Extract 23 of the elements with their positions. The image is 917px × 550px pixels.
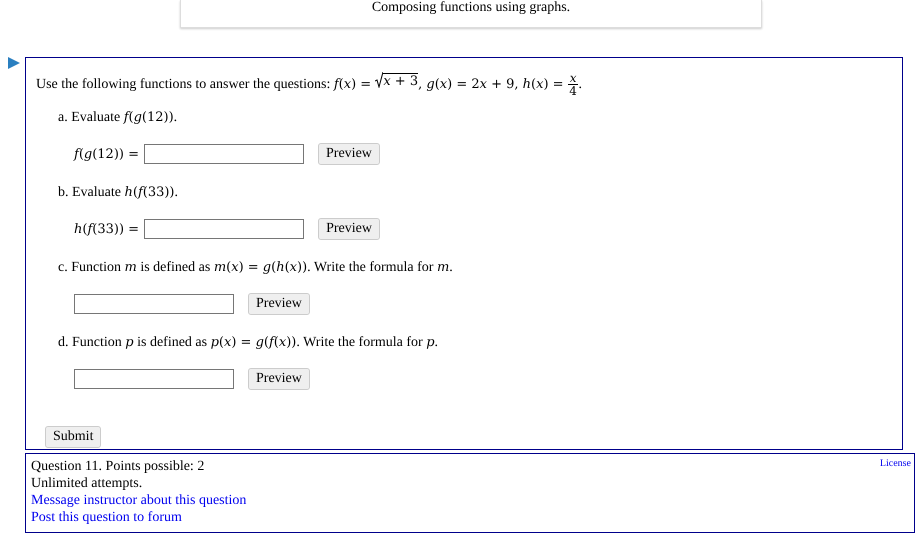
answer-field[interactable] xyxy=(74,369,234,389)
question-link[interactable]: Post this question to forum xyxy=(31,509,182,526)
answer-field[interactable] xyxy=(144,219,304,239)
preview-button[interactable]: Preview xyxy=(248,293,310,315)
expand-triangle-icon[interactable] xyxy=(8,57,20,69)
question-link[interactable]: Message instructor about this question xyxy=(31,492,246,509)
part-prompt: d. Function p is defined as p(x) = g(f(x)). Write the formula for p. xyxy=(58,334,440,352)
answer-label: f(g(12)) = xyxy=(74,146,140,162)
page-title: Composing functions using graphs. xyxy=(372,0,570,15)
license-link[interactable]: License xyxy=(880,458,911,532)
info-text: Unlimited attempts. xyxy=(31,475,142,492)
square-root-sign-icon xyxy=(375,72,384,88)
preview-button[interactable]: Preview xyxy=(318,218,380,240)
preview-button[interactable]: Preview xyxy=(248,368,310,390)
part-prompt: b. Evaluate h(f(33)). xyxy=(58,184,180,202)
part-prompt: a. Evaluate f(g(12)). xyxy=(58,109,178,127)
submit-button[interactable]: Submit xyxy=(45,426,102,448)
info-text: Question 11. Points possible: 2 xyxy=(31,458,204,475)
answer-field[interactable] xyxy=(74,294,234,314)
answer-label: h(f(33)) = xyxy=(74,222,140,236)
part-prompt: c. Function m is defined as m(x) = g(h(x)). Write the formula for m. xyxy=(58,259,454,277)
preview-button[interactable]: Preview xyxy=(318,143,380,165)
answer-field[interactable] xyxy=(144,144,304,164)
